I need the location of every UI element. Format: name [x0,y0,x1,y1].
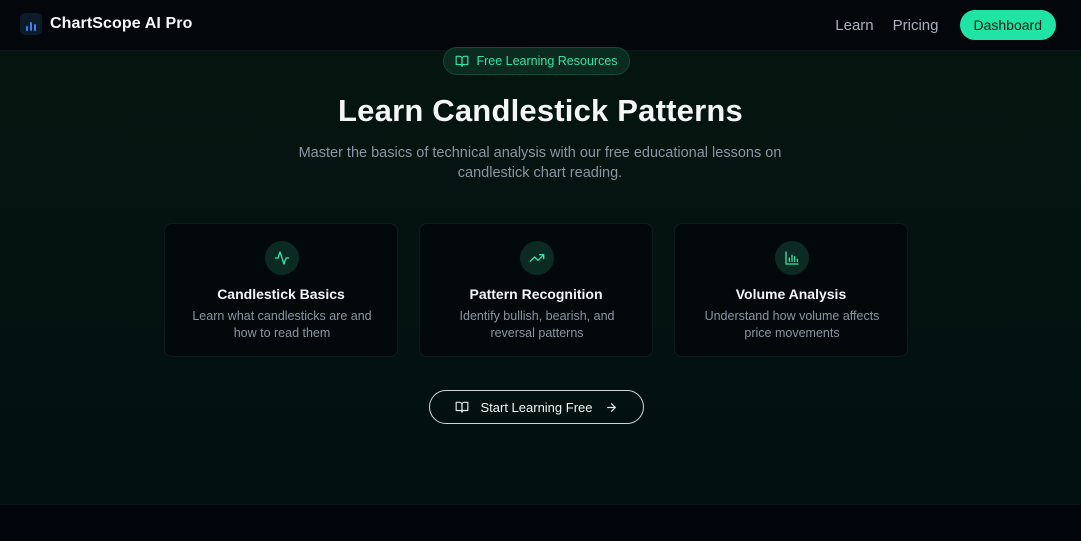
arrow-right-icon [606,402,616,412]
dashboard-button[interactable]: Dashboard [959,10,1056,40]
hero-section: Free Learning Resources Learn Candlestic… [0,47,1081,504]
card-description: Identify bullish, bearish, and reversal … [459,309,615,340]
nav-link-learn[interactable]: Learn [835,17,873,34]
footer-strip [0,504,1081,541]
start-learning-button[interactable]: Start Learning Free [429,390,644,424]
card-volume-analysis[interactable]: Volume Analysis Understand how volume af… [674,223,908,357]
nav-links: Learn Pricing Dashboard [835,10,1056,40]
card-candlestick-basics[interactable]: Candlestick Basics Learn what candlestic… [164,223,398,357]
start-learning-label: Start Learning Free [480,399,593,415]
book-open-icon [456,401,469,413]
trending-up-icon [520,241,554,275]
badge-label: Free Learning Resources [476,54,618,68]
card-description: Learn what candlesticks are and how to r… [192,309,372,340]
book-open-icon [456,55,469,67]
card-title: Candlestick Basics [217,286,345,302]
page-title: Learn Candlestick Patterns [338,93,743,128]
card-title: Pattern Recognition [469,286,603,302]
card-description: Understand how volume affects price move… [704,309,880,340]
nav-link-pricing[interactable]: Pricing [893,17,939,34]
brand-name: ChartScope AI Pro [50,15,193,32]
card-pattern-recognition[interactable]: Pattern Recognition Identify bullish, be… [419,223,653,357]
learning-resources-badge: Free Learning Resources [443,47,630,75]
page-subtitle: Master the basics of technical analysis … [298,145,782,181]
card-title: Volume Analysis [735,286,847,302]
brand[interactable]: ChartScope AI Pro [20,13,192,35]
activity-icon [265,241,299,275]
navbar: ChartScope AI Pro Learn Pricing Dashboar… [0,0,1081,51]
feature-cards: Candlestick Basics Learn what candlestic… [164,223,908,357]
logo-icon [20,13,42,35]
bar-chart-icon [775,241,809,275]
